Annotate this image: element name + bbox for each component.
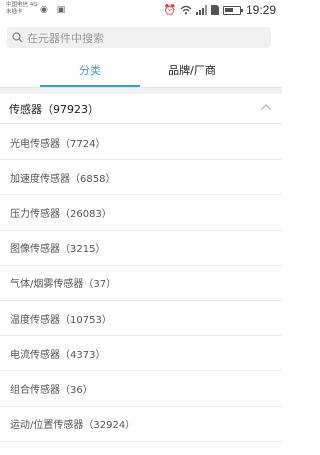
list-item[interactable]: 压力传感器（26083） bbox=[0, 195, 282, 231]
status-time: 19:29 bbox=[245, 3, 276, 17]
list-item-label: 图像传感器（3215） bbox=[10, 244, 106, 256]
wifi-icon bbox=[180, 5, 192, 15]
list-item-label: 气体/烟雾传感器（37） bbox=[10, 279, 117, 291]
status-bar: 中国电信 4G 未插卡 ◉ ▣ ⏰ 19:29 bbox=[0, 0, 282, 22]
list-item[interactable]: 温度传感器（10753） bbox=[0, 301, 282, 337]
list-item[interactable]: 光电传感器（7724） bbox=[0, 125, 282, 161]
image-notification-icon: ▣ bbox=[56, 5, 66, 15]
list-item-label: 电流传感器（4373） bbox=[10, 349, 106, 361]
list-item-label: 光电传感器（7724） bbox=[10, 138, 106, 150]
list-item-label: 运动/位置传感器（32924） bbox=[10, 420, 136, 432]
list-item[interactable]: 电流传感器（4373） bbox=[0, 336, 282, 372]
notification-icons: ◉ ▣ bbox=[40, 5, 65, 15]
sim-icon bbox=[210, 5, 219, 15]
category-group-header[interactable]: 传感器（97923） bbox=[0, 94, 282, 124]
list-item[interactable]: 运动/位置传感器（32924） bbox=[0, 407, 282, 442]
list-item-label: 压力传感器（26083） bbox=[10, 208, 112, 220]
list-item[interactable]: 图像传感器（3215） bbox=[0, 231, 282, 266]
battery-icon bbox=[222, 5, 243, 15]
carrier-line-2: 未插卡 bbox=[6, 9, 23, 15]
tab-category[interactable]: 分类 bbox=[40, 52, 140, 88]
list-item-label: 组合传感器（36） bbox=[10, 384, 93, 396]
search-bar[interactable]: 在元器件中搜索 bbox=[7, 27, 271, 48]
carrier-info: 中国电信 4G 未插卡 bbox=[6, 2, 38, 16]
list-item[interactable]: 组合传感器（36） bbox=[0, 371, 282, 407]
tab-brand-manufacturer[interactable]: 品牌/厂商 bbox=[142, 52, 242, 88]
search-input[interactable]: 在元器件中搜索 bbox=[27, 30, 104, 46]
list-item[interactable]: 加速度传感器（6858） bbox=[0, 160, 282, 196]
group-title: 传感器（97923） bbox=[9, 102, 99, 116]
active-tab-indicator bbox=[40, 85, 140, 87]
list-item[interactable]: 气体/烟雾传感器（37） bbox=[0, 266, 282, 301]
notification-dot-icon: ◉ bbox=[40, 5, 48, 15]
status-right-group: ⏰ 19:29 bbox=[164, 3, 276, 17]
subcategory-list: 光电传感器（7724） 加速度传感器（6858） 压力传感器（26083） 图像传感器… bbox=[0, 125, 282, 442]
tab-bar: 分类 品牌/厂商 bbox=[0, 52, 282, 88]
list-item-label: 温度传感器（10753） bbox=[10, 314, 112, 326]
list-item-label: 加速度传感器（6858） bbox=[10, 173, 116, 185]
signal-icon bbox=[195, 5, 207, 15]
alarm-icon: ⏰ bbox=[163, 4, 176, 16]
chevron-up-icon[interactable] bbox=[260, 103, 272, 111]
search-icon bbox=[7, 32, 27, 43]
carrier-line-1: 中国电信 4G bbox=[6, 2, 38, 8]
